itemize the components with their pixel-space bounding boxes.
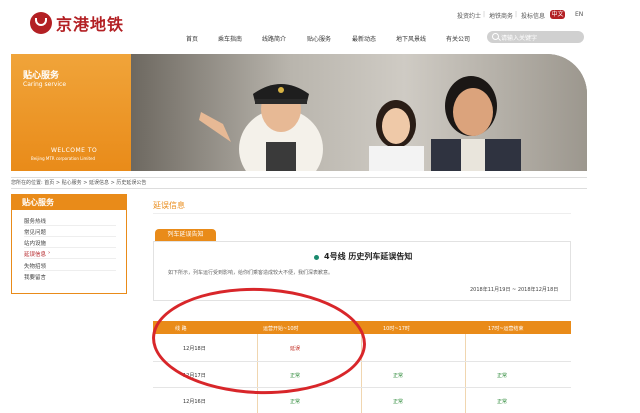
- divider: [24, 225, 116, 226]
- banner-welcome: WELCOME TO: [51, 147, 98, 154]
- table-cell-status: 正常: [290, 399, 301, 405]
- table-cell-date: 12月16日: [183, 399, 206, 405]
- notice-date-range: 2018年11月19日 ~ 2018年12月18日: [470, 287, 559, 293]
- sidebar-item-facilities[interactable]: 站内设施: [24, 239, 46, 247]
- divider: [24, 247, 116, 248]
- nav-home[interactable]: 首页: [186, 34, 198, 43]
- banner: 贴心服务 Caring service WELCOME TO Beijing M…: [11, 54, 587, 171]
- bullet-icon: [314, 255, 319, 260]
- sidebar-heading: 贴心服务: [12, 195, 126, 210]
- notice-body: 如下所示，列车运行受到影响，给你们乘客造成较大不便，我们深表歉意。: [168, 270, 334, 276]
- divider: [24, 270, 116, 271]
- nav-news[interactable]: 最新动态: [352, 34, 376, 43]
- column-divider: [465, 334, 466, 413]
- top-link-separator: |: [483, 11, 486, 18]
- staff-passengers-photo: [199, 76, 521, 171]
- annotation-ellipse: [150, 284, 368, 398]
- top-link-separator: |: [515, 11, 518, 18]
- nav-scenery[interactable]: 地下风景线: [396, 34, 426, 43]
- sidebar-item-lost-found[interactable]: 失物招领: [24, 262, 46, 270]
- table-cell-status: 正常: [393, 399, 404, 405]
- tab-delay-notice[interactable]: 列车延误告知: [155, 229, 216, 241]
- banner-corp-name: Beijing MTR corporation Limited: [31, 156, 96, 161]
- banner-title: 贴心服务: [23, 71, 60, 81]
- divider: [11, 188, 587, 189]
- top-link-tender[interactable]: 投标信息: [521, 11, 545, 20]
- active-arrow-icon: ›: [48, 250, 51, 256]
- table-header-cell: 17时~运营结束: [488, 326, 524, 332]
- nav-lines[interactable]: 线路简介: [262, 34, 286, 43]
- notice-title: 4号线 历史列车延误告知: [324, 252, 413, 261]
- sidebar-item-faq[interactable]: 常见问题: [24, 228, 46, 236]
- logo-icon[interactable]: [30, 12, 52, 34]
- top-link-invest[interactable]: 投资约士: [457, 11, 481, 20]
- lang-cn-button[interactable]: 中文: [550, 10, 565, 19]
- sidebar: 贴心服务 服务热线 常见问题 站内设施 延误信息 › 失物招领 我要留言: [11, 194, 127, 294]
- divider: [24, 236, 116, 237]
- lang-en-link[interactable]: EN: [575, 11, 583, 18]
- table-cell-status: 正常: [393, 373, 404, 379]
- divider: [11, 177, 587, 178]
- nav-service[interactable]: 贴心服务: [307, 34, 331, 43]
- banner-photo: [131, 54, 587, 171]
- logo-text[interactable]: 京港地铁: [56, 11, 124, 35]
- table-cell-status: 正常: [497, 399, 508, 405]
- search-icon: [492, 33, 499, 40]
- nav-company[interactable]: 有关公司: [446, 34, 470, 43]
- sidebar-item-delay[interactable]: 延误信息: [24, 250, 46, 258]
- divider: [153, 213, 571, 214]
- search-placeholder: 请输入关键字: [501, 35, 538, 42]
- page-title: 延误信息: [153, 201, 185, 210]
- banner-subtitle: Caring service: [23, 81, 67, 88]
- top-link-business[interactable]: 地铁商务: [489, 11, 513, 20]
- table-header-cell: 10时~17时: [383, 326, 410, 332]
- nav-guide[interactable]: 乘车指南: [218, 34, 242, 43]
- sidebar-item-message[interactable]: 我要留言: [24, 273, 46, 281]
- breadcrumb[interactable]: 您所在的位置: 首页 > 贴心服务 > 延误信息 > 历史延误公告: [11, 179, 146, 186]
- table-cell-status: 正常: [497, 373, 508, 379]
- search-input[interactable]: 请输入关键字: [487, 31, 584, 43]
- sidebar-item-hotline[interactable]: 服务热线: [24, 217, 46, 225]
- divider: [24, 258, 116, 259]
